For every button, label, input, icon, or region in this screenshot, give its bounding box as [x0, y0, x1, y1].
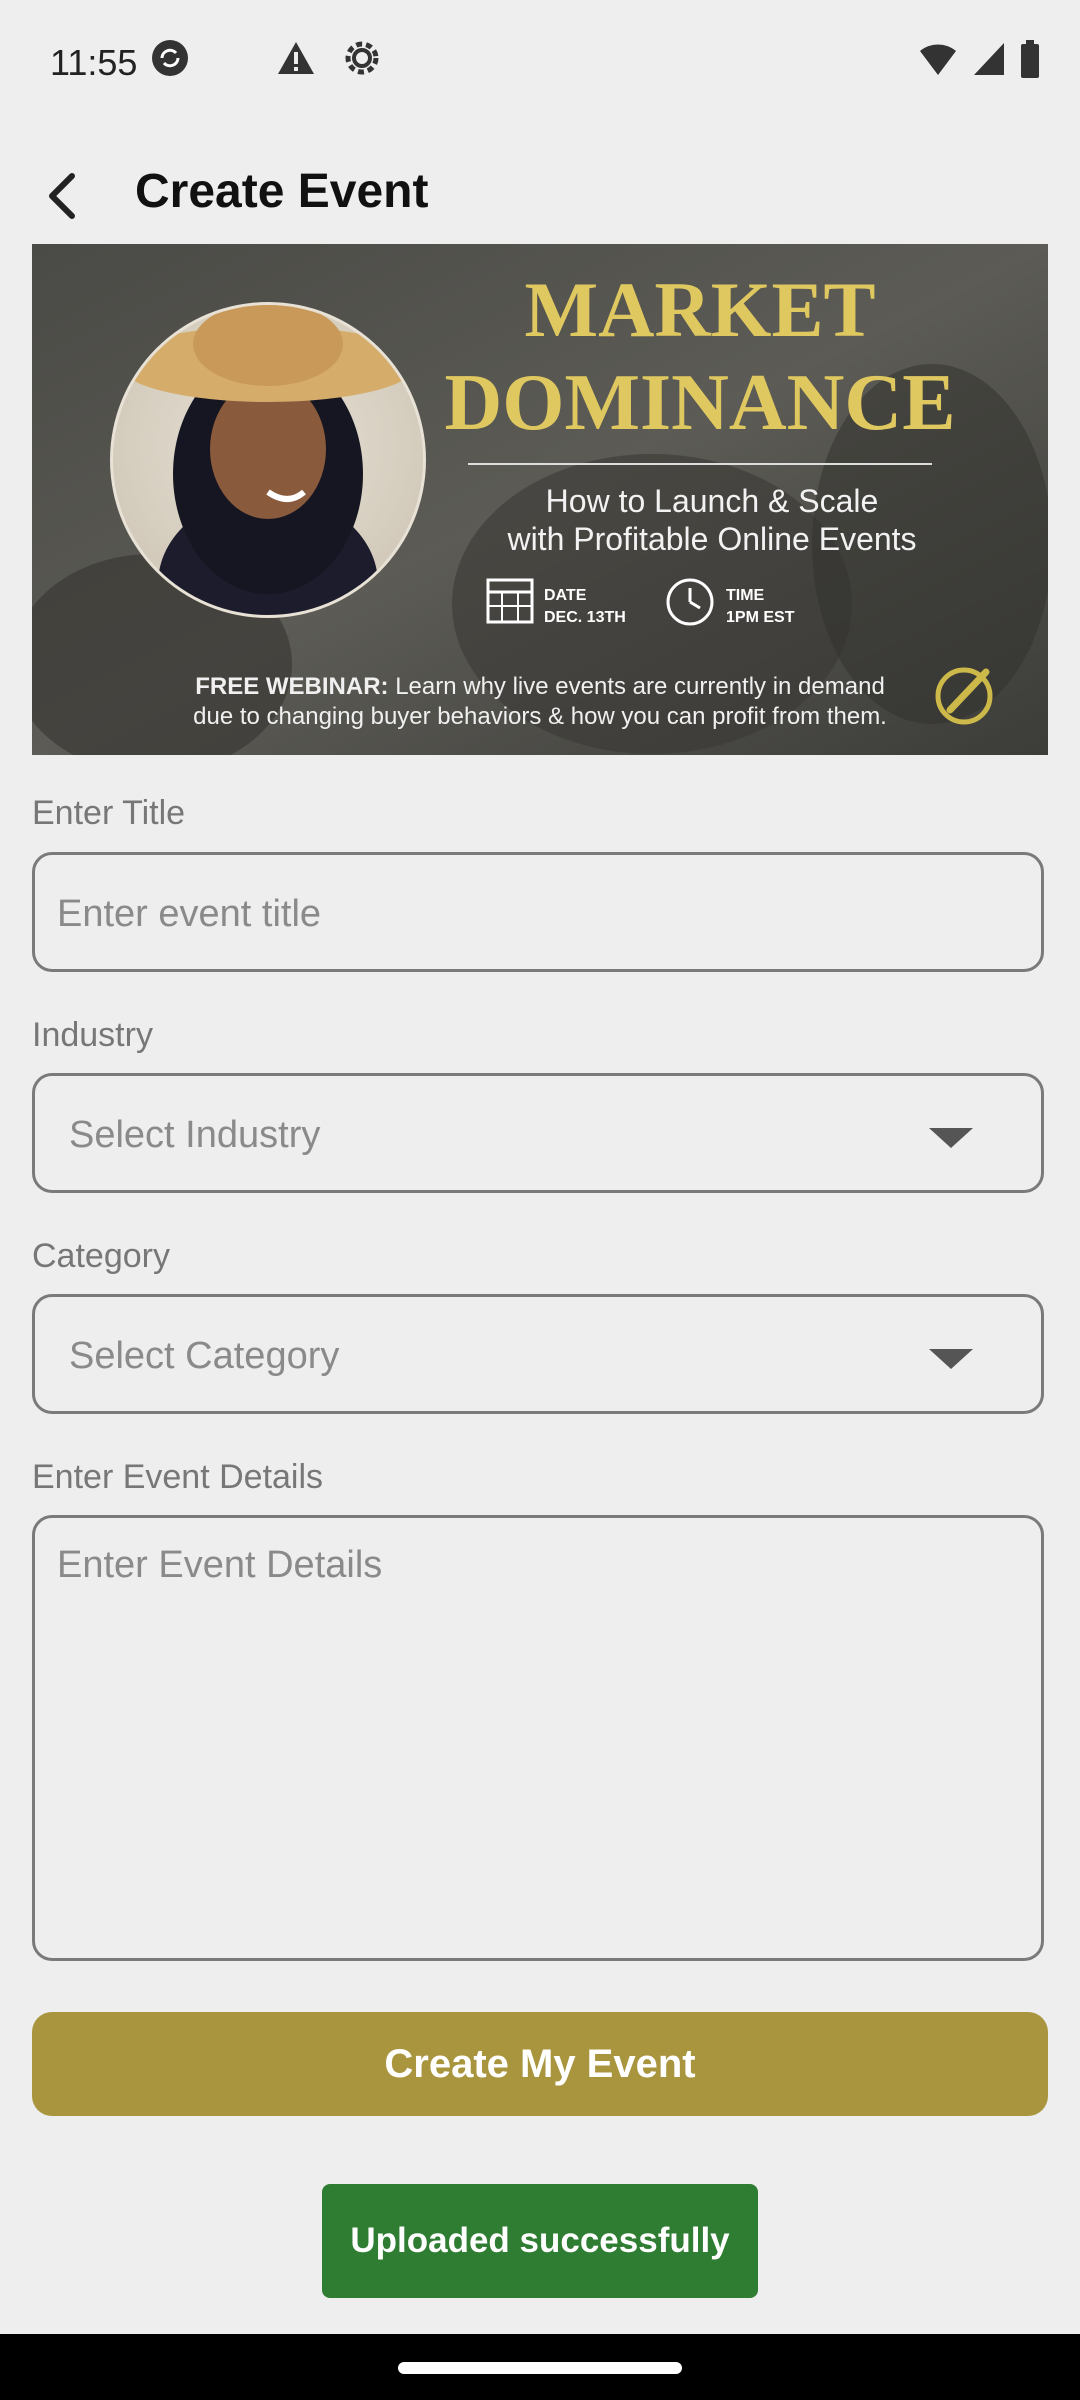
banner-date-value: DEC. 13TH — [544, 609, 626, 626]
battery-icon — [1021, 40, 1039, 78]
banner-time-label: TIME — [726, 587, 765, 604]
chevron-down-icon — [929, 1349, 973, 1369]
event-details-placeholder: Enter Event Details — [57, 1544, 383, 1586]
banner-subtitle-line1: How to Launch & Scale — [546, 483, 879, 519]
category-label: Category — [32, 1237, 170, 1275]
back-button[interactable] — [22, 156, 102, 236]
industry-placeholder: Select Industry — [69, 1114, 321, 1156]
banner-webinar-text1: FREE WEBINAR: Learn why live events are … — [195, 673, 885, 700]
sync-icon — [152, 40, 188, 76]
banner-webinar-bold: FREE WEBINAR: — [195, 673, 388, 700]
chevron-down-icon — [929, 1128, 973, 1148]
warning-icon — [278, 42, 314, 74]
title-label: Enter Title — [32, 794, 186, 832]
event-banner-image[interactable]: MARKET DOMINANCE How to Launch & Scale w… — [32, 244, 1048, 755]
page-title: Create Event — [135, 165, 429, 218]
category-placeholder: Select Category — [69, 1335, 340, 1377]
back-arrow-icon — [49, 173, 75, 219]
banner-webinar-line1: Learn why live events are currently in d… — [389, 673, 885, 700]
settings-icon — [345, 41, 379, 75]
status-notification-icons — [150, 38, 382, 78]
banner-time-value: 1PM EST — [726, 609, 795, 626]
status-bar: 11:55 — [0, 0, 1080, 128]
create-event-button[interactable]: Create My Event — [32, 2012, 1048, 2116]
event-title-placeholder: Enter event title — [57, 893, 322, 935]
event-details-textarea[interactable]: Enter Event Details — [32, 1515, 1044, 1961]
banner-subtitle-line2: with Profitable Online Events — [506, 521, 916, 557]
home-gesture-handle[interactable] — [398, 2362, 682, 2374]
banner-webinar-line2: due to changing buyer behaviors & how yo… — [193, 703, 887, 730]
banner-date-label: DATE — [544, 587, 587, 604]
details-label: Enter Event Details — [32, 1458, 324, 1496]
wifi-icon — [920, 44, 956, 75]
status-system-icons — [918, 40, 1040, 78]
industry-select[interactable]: Select Industry — [32, 1073, 1044, 1193]
status-time: 11:55 — [50, 42, 138, 83]
industry-label: Industry — [32, 1016, 153, 1054]
banner-title-line2: DOMINANCE — [444, 359, 955, 447]
signal-icon — [974, 43, 1004, 75]
upload-success-toast: Uploaded successfully — [322, 2184, 758, 2298]
event-title-input[interactable]: Enter event title — [32, 852, 1044, 972]
system-nav-bar — [0, 2334, 1080, 2400]
banner-title-line1: MARKET — [525, 266, 876, 353]
category-select[interactable]: Select Category — [32, 1294, 1044, 1414]
